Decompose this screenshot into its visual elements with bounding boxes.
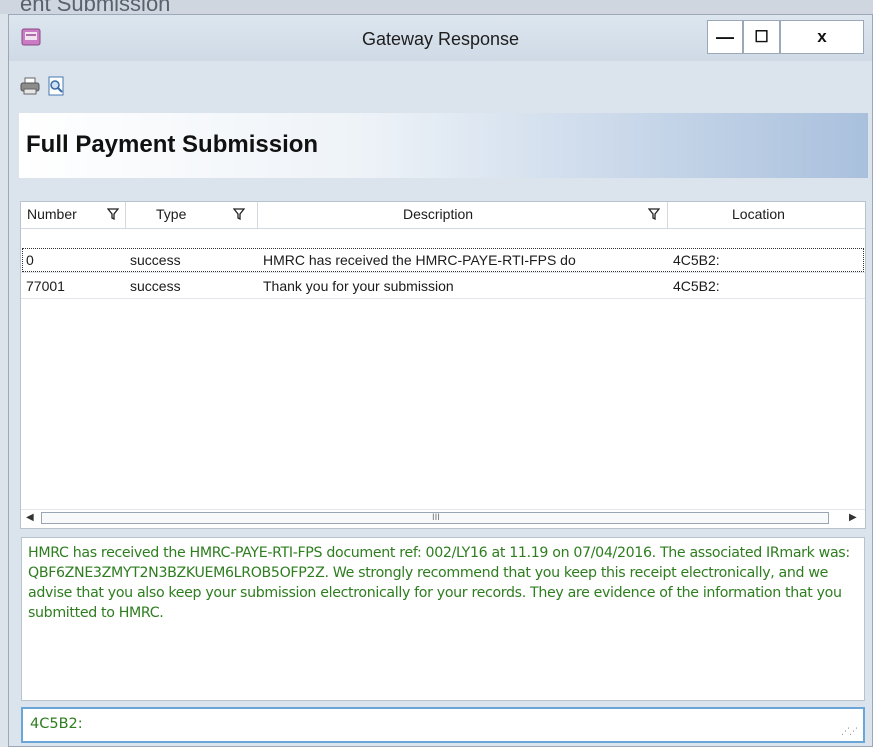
print-preview-icon[interactable] xyxy=(45,75,67,97)
horizontal-scrollbar[interactable]: ◀ III ▶ xyxy=(21,509,865,528)
table-row[interactable]: 0 success HMRC has received the HMRC-PAY… xyxy=(21,247,865,273)
close-button[interactable]: x xyxy=(780,20,864,54)
cell-number: 77001 xyxy=(26,278,65,294)
cell-location: 4C5B2: xyxy=(673,252,720,268)
scrollbar-thumb[interactable]: III xyxy=(41,512,829,524)
background-window-title: ent Submission xyxy=(20,0,171,14)
maximize-button[interactable]: ☐ xyxy=(743,20,780,54)
table-row[interactable]: 77001 success Thank you for your submiss… xyxy=(21,273,865,299)
column-separator xyxy=(257,202,258,228)
report-header: Full Payment Submission xyxy=(19,113,868,178)
cell-type: success xyxy=(130,252,181,268)
column-header-type[interactable]: Type xyxy=(156,206,186,222)
minimize-button[interactable]: — xyxy=(707,20,743,54)
scroll-left-icon[interactable]: ◀ xyxy=(26,512,34,523)
column-header-description[interactable]: Description xyxy=(403,206,473,222)
location-field[interactable]: 4C5B2: ⋰⋰ xyxy=(21,707,865,743)
column-separator xyxy=(125,202,126,228)
cell-description: HMRC has received the HMRC-PAYE-RTI-FPS … xyxy=(263,252,576,268)
filter-icon[interactable] xyxy=(648,208,660,220)
background-window-title-strip: ent Submission xyxy=(0,0,873,14)
cell-location: 4C5B2: xyxy=(673,278,720,294)
title-bar[interactable]: Gateway Response — ☐ x xyxy=(9,15,872,61)
gateway-response-window: Gateway Response — ☐ x Full Payment Subm… xyxy=(8,14,873,747)
filter-icon[interactable] xyxy=(233,208,245,220)
cell-description: Thank you for your submission xyxy=(263,278,454,294)
filter-icon[interactable] xyxy=(107,208,119,220)
response-detail-text[interactable]: HMRC has received the HMRC-PAYE-RTI-FPS … xyxy=(21,537,865,701)
resize-grip-icon[interactable]: ⋰⋰ xyxy=(841,727,858,737)
printer-icon[interactable] xyxy=(19,75,41,97)
grid-header: Number Type Description Location xyxy=(21,202,865,229)
cell-type: success xyxy=(130,278,181,294)
page-title: Full Payment Submission xyxy=(26,131,319,158)
response-grid[interactable]: Number Type Description Location 0 succe… xyxy=(20,201,866,529)
column-separator xyxy=(667,202,668,228)
scroll-right-icon[interactable]: ▶ xyxy=(849,512,857,523)
cell-number: 0 xyxy=(26,252,34,268)
scrollbar-grip: III xyxy=(432,513,440,523)
location-value: 4C5B2: xyxy=(30,716,83,732)
column-header-number[interactable]: Number xyxy=(27,206,77,222)
column-header-location[interactable]: Location xyxy=(732,206,785,222)
